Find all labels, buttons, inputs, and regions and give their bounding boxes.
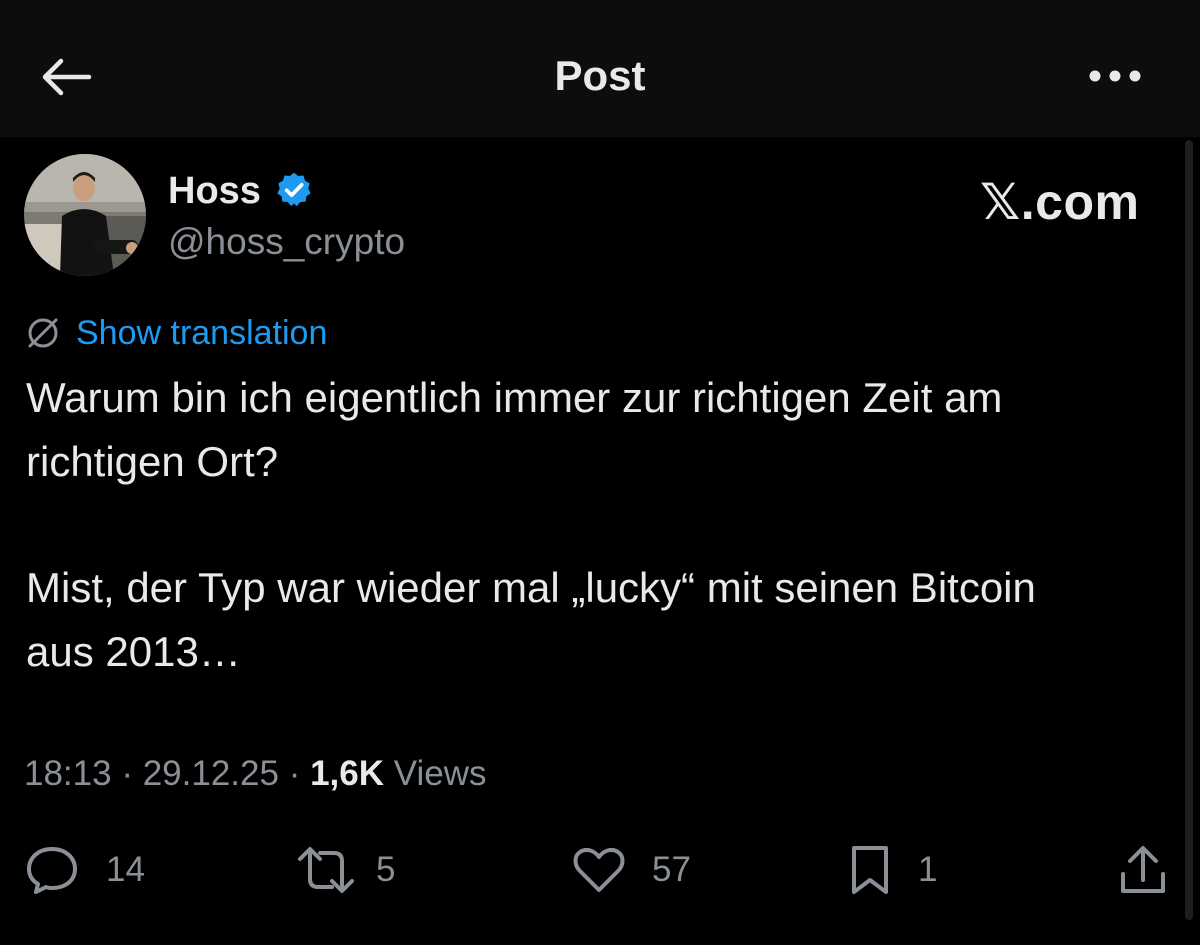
top-bar: Post: [0, 0, 1200, 137]
verified-badge-icon: [277, 172, 311, 207]
page-title: Post: [554, 52, 646, 99]
reply-count: 14: [106, 850, 145, 889]
views-count[interactable]: 1,6K: [310, 754, 384, 793]
like-button[interactable]: 57: [572, 842, 691, 898]
repost-icon: [298, 847, 354, 893]
repost-count: 5: [376, 850, 396, 889]
post-date[interactable]: 29.12.25: [143, 754, 279, 793]
avatar[interactable]: [24, 154, 146, 276]
post-text-line: Mist, der Typ war wieder mal „lucky“ mit…: [26, 564, 1036, 611]
bookmark-button[interactable]: 1: [848, 842, 937, 898]
views-label: Views: [393, 754, 487, 793]
post-text-line: Warum bin ich eigentlich immer zur richt…: [26, 374, 1003, 421]
bookmark-count: 1: [918, 850, 938, 889]
meta-separator: ·: [121, 754, 133, 793]
post-time[interactable]: 18:13: [24, 754, 112, 793]
heart-icon: [573, 847, 625, 892]
share-button[interactable]: [1118, 842, 1168, 898]
globe-icon: [28, 318, 58, 348]
author-handle[interactable]: @hoss_crypto: [168, 221, 405, 263]
post-text-line: richtigen Ort?: [26, 438, 279, 485]
more-options-button[interactable]: [1080, 56, 1150, 96]
avatar-photo: [24, 154, 146, 276]
author-display-name[interactable]: Hoss: [168, 170, 261, 213]
show-translation-label: Show translation: [76, 313, 328, 352]
bookmark-icon: [852, 846, 888, 894]
post-text: Warum bin ich eigentlich immer zur richt…: [26, 366, 1176, 684]
show-translation-link[interactable]: Show translation: [24, 313, 327, 353]
post-meta: 18:13 · 29.12.25 · 1,6K Views: [24, 754, 487, 794]
reply-icon: [27, 847, 77, 894]
meta-separator: ·: [288, 754, 301, 793]
reply-button[interactable]: 14: [24, 842, 145, 898]
post-text-line: aus 2013…: [26, 628, 241, 675]
more-dots-icon: [1089, 70, 1141, 82]
x-com-watermark: 𝕏.com: [980, 174, 1140, 230]
repost-button[interactable]: 5: [296, 842, 395, 898]
scrollbar[interactable]: [1185, 140, 1193, 920]
like-count: 57: [652, 850, 691, 889]
share-icon: [1121, 846, 1165, 893]
